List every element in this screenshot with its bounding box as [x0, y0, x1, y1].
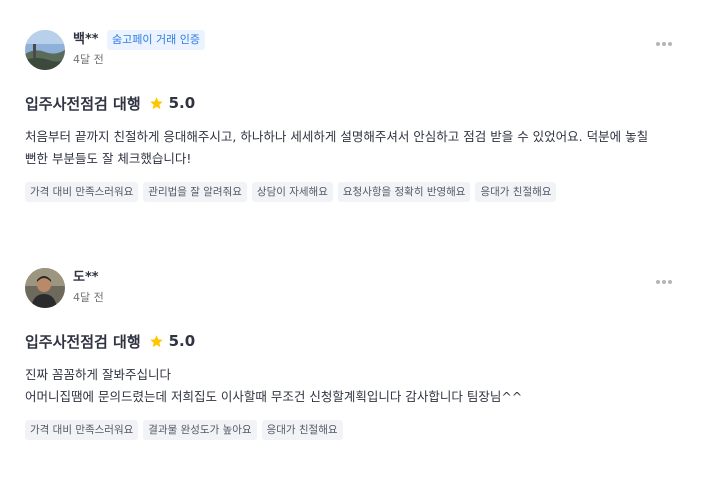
review-text: 진짜 꼼꼼하게 잘봐주십니다 어머니집땜에 문의드렸는데 저희집도 이사할때 무… [25, 367, 523, 404]
rating-value: 5.0 [168, 332, 196, 350]
more-options-icon[interactable] [656, 42, 672, 46]
review-card: 백** 숨고페이 거래 인증 4달 전 입주사전점검 대행 5.0 처음부터 끝… [25, 30, 677, 202]
more-options-icon[interactable] [656, 280, 672, 284]
payment-verified-badge: 숨고페이 거래 인증 [107, 30, 205, 50]
review-date: 4달 전 [73, 53, 104, 66]
reviewer-name: 백** [73, 32, 99, 47]
review-date: 4달 전 [73, 291, 104, 304]
review-tag: 응대가 친절해요 [261, 420, 343, 440]
rating-value: 5.0 [168, 94, 196, 112]
star-icon [149, 96, 163, 109]
review-tag: 관리법을 잘 알려줘요 [143, 182, 247, 202]
review-card: 도** 4달 전 입주사전점검 대행 5.0 진짜 꼼꼼하게 잘봐주십니다 어머… [25, 268, 677, 440]
review-tag: 결과물 완성도가 높아요 [143, 420, 257, 440]
review-title-row: 입주사전점검 대행 5.0 [25, 330, 677, 352]
review-title-row: 입주사전점검 대행 5.0 [25, 92, 677, 114]
service-name: 입주사전점검 대행 [25, 332, 141, 351]
star-icon [149, 334, 163, 347]
review-tag: 응대가 친절해요 [475, 182, 557, 202]
review-header: 도** 4달 전 [25, 268, 677, 308]
review-tag: 가격 대비 만족스러워요 [25, 420, 139, 440]
review-tags: 가격 대비 만족스러워요 관리법을 잘 알려줘요 상담이 자세해요 요청사항을 … [25, 182, 677, 202]
review-text: 처음부터 끝까지 친절하게 응대해주시고, 하나하나 세세하게 설명해주셔서 안… [25, 129, 649, 166]
avatar [25, 30, 65, 70]
review-tags: 가격 대비 만족스러워요 결과물 완성도가 높아요 응대가 친절해요 [25, 420, 677, 440]
service-name: 입주사전점검 대행 [25, 94, 141, 113]
reviewer-name: 도** [73, 270, 99, 285]
review-tag: 가격 대비 만족스러워요 [25, 182, 139, 202]
review-tag: 상담이 자세해요 [251, 182, 333, 202]
avatar [25, 268, 65, 308]
review-tag: 요청사항을 정확히 반영해요 [337, 182, 471, 202]
review-header: 백** 숨고페이 거래 인증 4달 전 [25, 30, 677, 70]
